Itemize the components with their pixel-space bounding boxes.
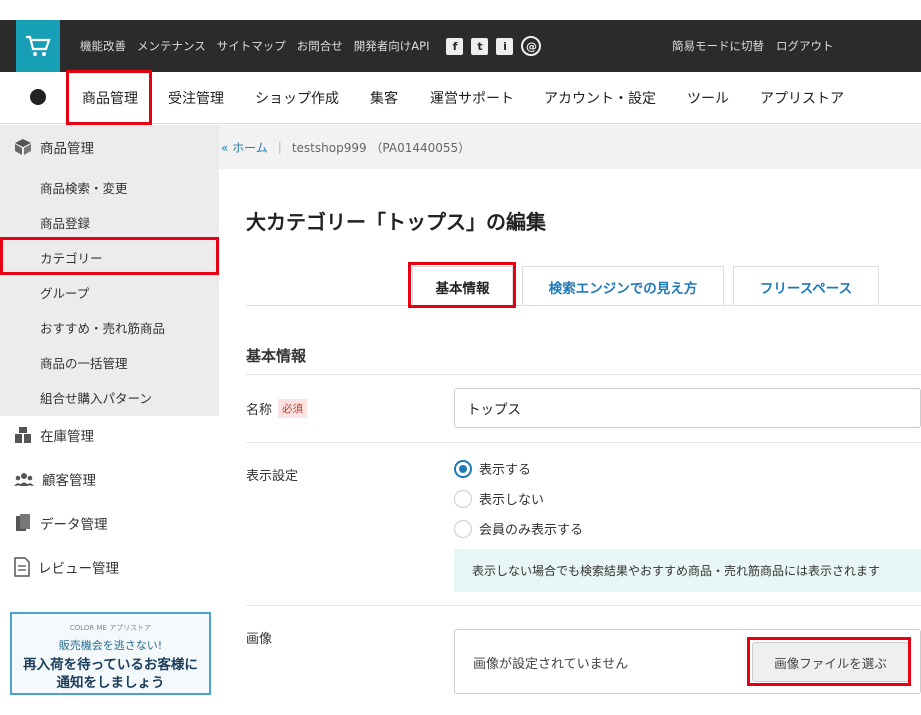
section-title: 基本情報 bbox=[246, 347, 307, 365]
sidebar-group-customers[interactable]: 顧客管理 bbox=[14, 469, 96, 489]
warehouse-icon bbox=[15, 427, 31, 443]
radio-label: 会員のみ表示する bbox=[479, 523, 584, 538]
sidebar-item-combo-pattern[interactable]: 組合せ購入パターン bbox=[40, 388, 152, 407]
top-link-developer-api[interactable]: 開発者向けAPI bbox=[354, 38, 430, 54]
sidebar-item-bulk-management[interactable]: 商品の一括管理 bbox=[40, 353, 128, 372]
top-link-sitemap[interactable]: サイトマップ bbox=[217, 38, 286, 54]
sidebar-item-recommended[interactable]: おすすめ・売れ筋商品 bbox=[40, 318, 165, 337]
section-divider bbox=[246, 374, 921, 375]
sidebar-item-group[interactable]: グループ bbox=[40, 283, 89, 302]
users-icon bbox=[14, 473, 34, 486]
sidebar-group-label: 顧客管理 bbox=[42, 473, 96, 489]
tab-search-engine-view[interactable]: 検索エンジンでの見え方 bbox=[522, 266, 724, 306]
tabs-divider bbox=[246, 305, 921, 306]
radio-show[interactable]: 表示する bbox=[454, 459, 531, 478]
top-link-maintenance[interactable]: メンテナンス bbox=[137, 38, 206, 54]
documents-icon bbox=[16, 514, 30, 531]
tab-basic-info[interactable]: 基本情報 bbox=[412, 266, 513, 306]
nav-app-store[interactable]: アプリストア bbox=[760, 72, 844, 124]
brand-logo-icon[interactable] bbox=[30, 89, 46, 105]
image-empty-text: 画像が設定されていません bbox=[473, 657, 629, 672]
banner-tagline: 販売機会を逃さない! bbox=[58, 639, 163, 652]
app-store-banner[interactable]: COLOR ME アプリストア 販売機会を逃さない! 再入荷を待っているお客様に… bbox=[10, 612, 211, 695]
radio-unchecked-icon bbox=[454, 519, 472, 538]
top-link-improvements[interactable]: 機能改善 bbox=[80, 38, 126, 54]
nav-product-management[interactable]: 商品管理 bbox=[82, 72, 138, 124]
row-divider bbox=[246, 605, 921, 606]
sidebar-item-product-register[interactable]: 商品登録 bbox=[40, 213, 90, 232]
review-document-icon bbox=[14, 557, 30, 577]
required-badge: 必須 bbox=[278, 399, 308, 418]
radio-unchecked-icon bbox=[454, 489, 472, 508]
box-icon bbox=[15, 139, 31, 155]
instagram-icon[interactable]: i bbox=[496, 37, 514, 55]
sidebar-heading-product[interactable]: 商品管理 bbox=[0, 125, 219, 169]
tab-free-space[interactable]: フリースペース bbox=[733, 266, 879, 306]
at-sign-icon[interactable]: @ bbox=[521, 36, 542, 56]
logout-link[interactable]: ログアウト bbox=[776, 38, 834, 54]
sidebar-group-label: データ管理 bbox=[40, 517, 108, 533]
radio-hide[interactable]: 表示しない bbox=[454, 489, 544, 508]
nav-order-management[interactable]: 受注管理 bbox=[168, 72, 224, 124]
sidebar-group-label: レビュー管理 bbox=[38, 561, 119, 577]
radio-checked-icon bbox=[454, 459, 472, 478]
page-title: 大カテゴリー「トップス」の編集 bbox=[246, 210, 546, 234]
banner-brand: COLOR ME アプリストア bbox=[69, 624, 152, 632]
image-upload-box: 画像が設定されていません 画像ファイルを選ぶ bbox=[454, 629, 921, 694]
cart-icon bbox=[26, 35, 51, 56]
radio-label: 表示する bbox=[479, 463, 532, 478]
simple-mode-link[interactable]: 簡易モードに切替 bbox=[672, 38, 764, 54]
row-divider bbox=[246, 442, 921, 443]
nav-account-settings[interactable]: アカウント・設定 bbox=[544, 72, 656, 124]
sidebar-item-product-search[interactable]: 商品検索・変更 bbox=[40, 178, 128, 197]
banner-headline-line: 通知をしましょう bbox=[56, 675, 165, 691]
nav-shop-creation[interactable]: ショップ作成 bbox=[255, 72, 339, 124]
sidebar-group-data[interactable]: データ管理 bbox=[14, 513, 108, 533]
sidebar: 商品管理 商品検索・変更 商品登録 カテゴリー グループ おすすめ・売れ筋商品 … bbox=[0, 125, 219, 715]
display-setting-label: 表示設定 bbox=[246, 469, 299, 484]
main-nav: 商品管理 受注管理 ショップ作成 集客 運営サポート アカウント・設定 ツール … bbox=[0, 72, 921, 124]
top-bar: 機能改善 メンテナンス サイトマップ お問合せ 開発者向けAPI f t i @… bbox=[0, 20, 921, 72]
name-label: 名称 必須 bbox=[246, 399, 308, 418]
sidebar-group-label: 在庫管理 bbox=[40, 429, 94, 445]
breadcrumb: « ホーム | testshop999 （PA01440055） bbox=[219, 125, 921, 169]
display-note: 表示しない場合でも検索結果やおすすめ商品・売れ筋商品には表示されます bbox=[454, 549, 921, 592]
category-name-input[interactable] bbox=[454, 388, 921, 428]
image-label: 画像 bbox=[246, 632, 273, 647]
twitter-icon[interactable]: t bbox=[471, 37, 489, 55]
banner-headline-line: 再入荷を待っているお客様に bbox=[23, 657, 198, 673]
sidebar-group-inventory[interactable]: 在庫管理 bbox=[14, 425, 94, 445]
name-label-text: 名称 bbox=[246, 403, 273, 418]
top-link-contact[interactable]: お問合せ bbox=[297, 38, 343, 54]
radio-members-only[interactable]: 会員のみ表示する bbox=[454, 519, 583, 538]
facebook-icon[interactable]: f bbox=[446, 37, 464, 55]
sidebar-item-category[interactable]: カテゴリー bbox=[40, 248, 103, 267]
nav-operation-support[interactable]: 運営サポート bbox=[430, 72, 514, 124]
choose-image-file-button[interactable]: 画像ファイルを選ぶ bbox=[752, 642, 909, 682]
sidebar-heading-label: 商品管理 bbox=[40, 141, 94, 157]
breadcrumb-home[interactable]: « ホーム bbox=[221, 139, 268, 156]
breadcrumb-separator: | bbox=[277, 140, 282, 154]
banner-headline: 再入荷を待っているお客様に 通知をしましょう bbox=[12, 656, 209, 692]
radio-label: 表示しない bbox=[479, 493, 545, 508]
breadcrumb-shop: testshop999 （PA01440055） bbox=[291, 140, 471, 155]
nav-tools[interactable]: ツール bbox=[687, 72, 729, 124]
sidebar-group-reviews[interactable]: レビュー管理 bbox=[14, 557, 119, 577]
nav-marketing[interactable]: 集客 bbox=[370, 72, 398, 124]
cart-logo[interactable] bbox=[16, 20, 60, 72]
